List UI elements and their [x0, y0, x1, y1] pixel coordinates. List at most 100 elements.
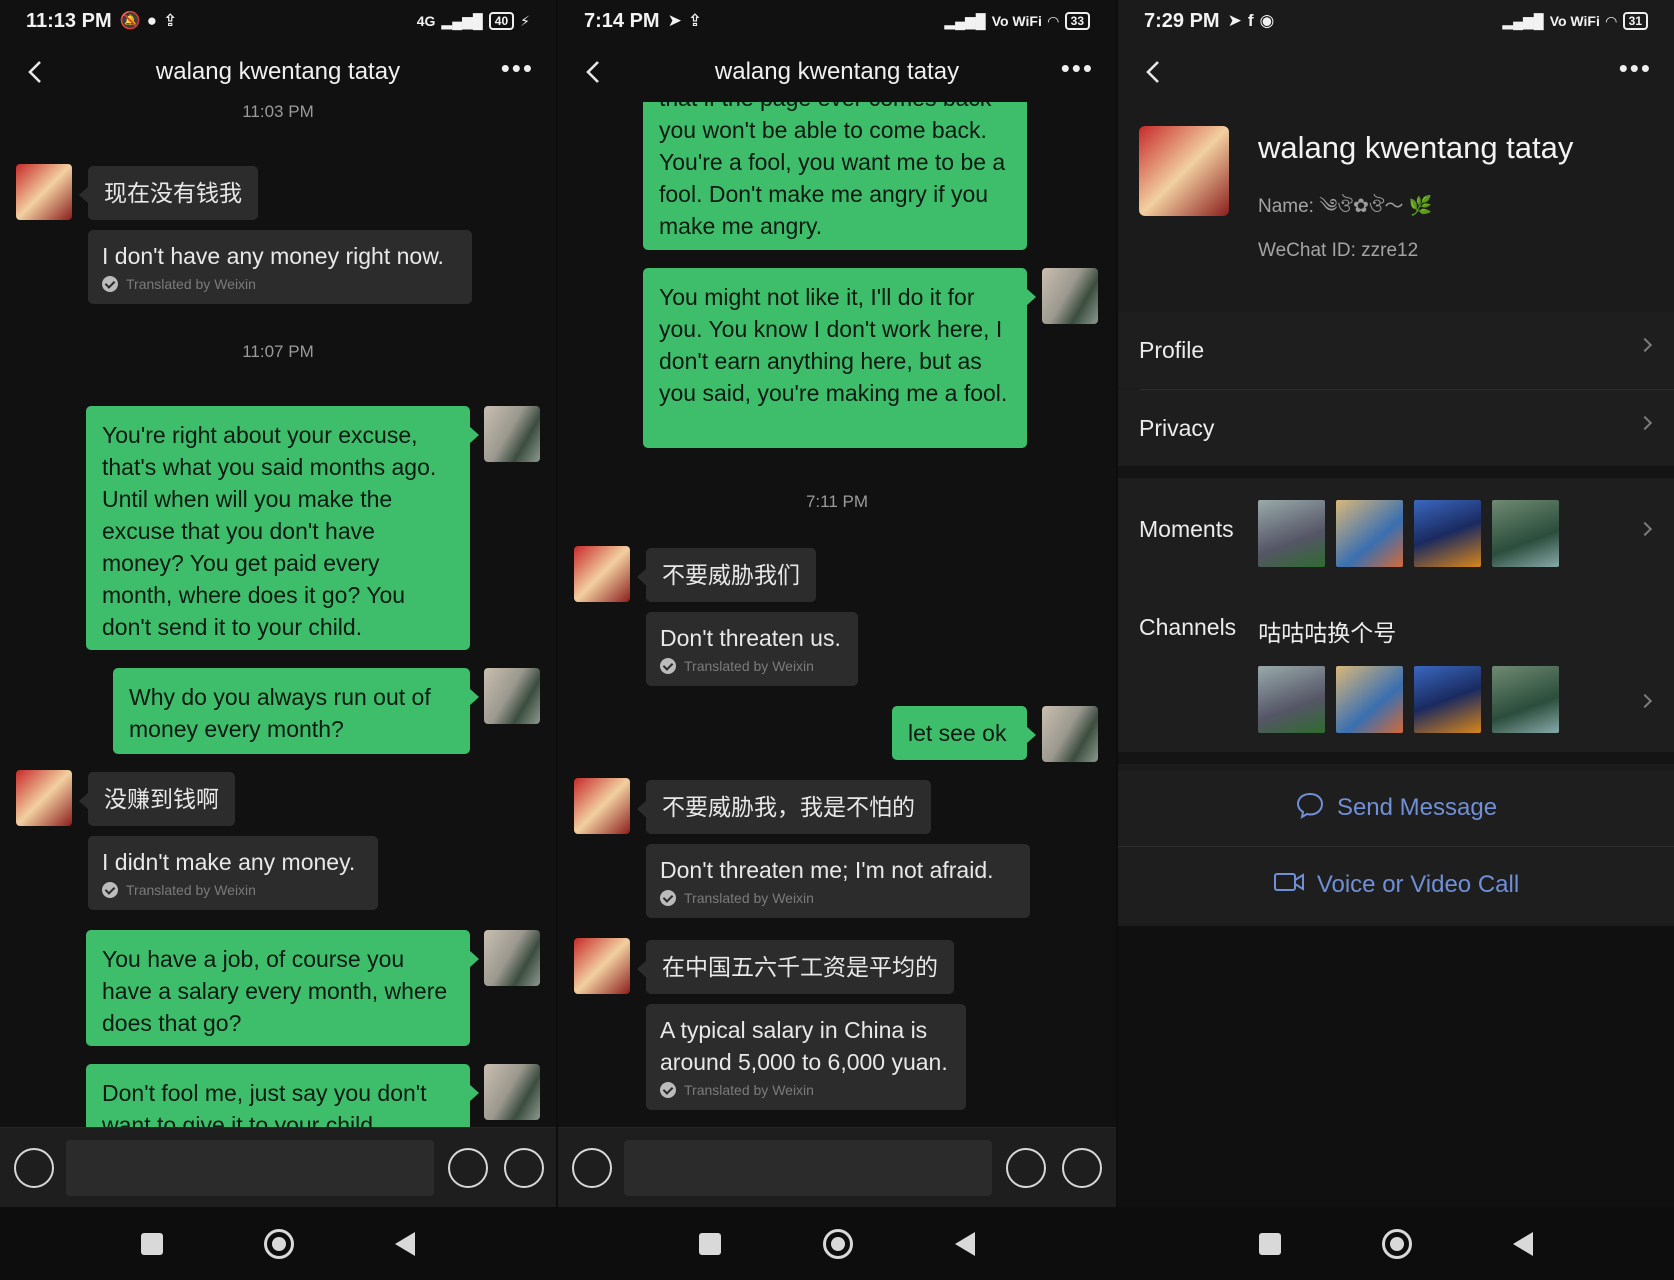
message-bubble[interactable]: let see ok	[892, 706, 1036, 760]
chevron-right-icon	[1637, 521, 1653, 537]
notification-icons: 🔕 ● ⇪	[120, 11, 178, 31]
more-icon[interactable]: •••	[1061, 55, 1094, 81]
back-arrow-icon[interactable]	[20, 52, 54, 92]
telegram-icon: ➤	[667, 11, 682, 30]
back-icon[interactable]	[395, 1231, 416, 1256]
back-arrow-icon[interactable]	[578, 52, 612, 92]
signal-icon: ▂▄▆█	[944, 12, 986, 29]
profile-row[interactable]: Profile	[1118, 312, 1674, 388]
status-bar: 11:13 PM 🔕 ● ⇪ 4G ▂▄▆█ 40 ⚡	[0, 0, 556, 42]
voice-video-call-button[interactable]: Voice or Video Call	[1118, 847, 1674, 923]
avatar[interactable]	[1042, 706, 1098, 762]
message-list[interactable]: 11:03 PM 现在没有钱我 I don't have any money r…	[0, 102, 556, 1127]
avatar[interactable]	[484, 406, 540, 462]
system-nav-bar	[0, 1207, 556, 1280]
message-bubble[interactable]: You're right about your excuse, that's w…	[86, 406, 479, 650]
empty-area	[1118, 926, 1674, 1207]
message-bubble[interactable]: that if the page ever comes back you won…	[643, 102, 1027, 250]
avatar[interactable]	[16, 164, 72, 220]
avatar[interactable]	[484, 1064, 540, 1120]
avatar[interactable]	[16, 770, 72, 826]
check-icon	[102, 276, 118, 292]
moment-thumbnail[interactable]	[1336, 500, 1403, 567]
channel-name: 咕咕咕换个号	[1258, 620, 1397, 646]
timestamp: 11:03 PM	[242, 102, 314, 121]
recents-icon[interactable]	[1258, 1232, 1281, 1255]
emoji-icon[interactable]	[1006, 1148, 1046, 1188]
check-icon	[660, 658, 676, 674]
translation-box[interactable]: Don't threaten us. Translated by Weixin	[646, 612, 858, 686]
avatar[interactable]	[484, 930, 540, 986]
translation-box[interactable]: I don't have any money right now. Transl…	[88, 230, 472, 304]
plus-icon[interactable]	[1062, 1148, 1102, 1188]
voice-icon[interactable]	[14, 1148, 54, 1188]
translation-box[interactable]: Don't threaten me; I'm not afraid. Trans…	[646, 844, 1030, 918]
avatar[interactable]	[574, 938, 630, 994]
status-time: 7:14 PM	[584, 9, 660, 32]
back-arrow-icon[interactable]	[1138, 52, 1172, 92]
emoji-icon[interactable]	[448, 1148, 488, 1188]
home-icon[interactable]	[1381, 1228, 1412, 1259]
chat-bubble-icon	[1295, 791, 1325, 826]
signal-icon: ▂▄▆█	[1502, 12, 1544, 29]
translated-note: Translated by Weixin	[102, 274, 458, 294]
network-label: 4G	[416, 13, 436, 29]
notification-icons: ➤ ⇪	[668, 11, 703, 31]
moment-thumbnail[interactable]	[1492, 500, 1559, 567]
message-bubble[interactable]: 现在没有钱我	[79, 166, 258, 220]
chevron-right-icon	[1637, 337, 1653, 353]
profile-pane: 7:29 PM ➤ f ◉ ▂▄▆█ Vo WiFi ◠ 31 ••• wala…	[1118, 0, 1674, 1280]
message-bubble[interactable]: Don't fool me, just say you don't want t…	[86, 1064, 479, 1127]
message-bubble[interactable]: 没赚到钱啊	[79, 772, 235, 826]
send-message-button[interactable]: Send Message	[1118, 770, 1674, 846]
moment-thumbnail[interactable]	[1414, 500, 1481, 567]
plus-icon[interactable]	[504, 1148, 544, 1188]
upload-icon: ⇪	[687, 11, 703, 30]
privacy-row[interactable]: Privacy	[1118, 390, 1674, 466]
message-bubble[interactable]: 不要威胁我们	[637, 548, 816, 602]
telegram-icon: ➤	[1227, 11, 1242, 30]
message-bubble[interactable]: 在中国五六千工资是平均的	[637, 940, 954, 994]
chat-header: walang kwentang tatay •••	[558, 42, 1116, 102]
message-bubble[interactable]: Why do you always run out of money every…	[113, 668, 479, 754]
back-icon[interactable]	[1513, 1231, 1534, 1256]
message-bubble[interactable]: You might not like it, I'll do it for yo…	[643, 268, 1036, 448]
battery-icon: 33	[1064, 12, 1090, 30]
message-bubble[interactable]: 不要威胁我，我是不怕的	[637, 780, 931, 834]
translation-box[interactable]: A typical salary in China is around 5,00…	[646, 1004, 966, 1110]
translation-text: I don't have any money right now.	[102, 243, 444, 269]
message-bubble[interactable]: You have a job, of course you have a sal…	[86, 930, 479, 1046]
channel-thumbnail[interactable]	[1336, 666, 1403, 733]
avatar[interactable]	[574, 778, 630, 834]
home-icon[interactable]	[823, 1228, 853, 1259]
more-icon[interactable]: •••	[1619, 55, 1652, 81]
profile-nav: •••	[1118, 42, 1674, 102]
system-nav-bar	[558, 1207, 1116, 1280]
wifi-icon: ◠	[1605, 12, 1617, 29]
channel-thumbnail[interactable]	[1492, 666, 1559, 733]
message-input[interactable]	[66, 1140, 434, 1196]
check-icon	[102, 882, 118, 898]
facebook-icon: f	[1247, 11, 1254, 30]
chevron-right-icon	[1637, 415, 1653, 431]
section-gap	[1118, 752, 1674, 764]
moment-thumbnail[interactable]	[1258, 500, 1325, 567]
message-input[interactable]	[624, 1140, 992, 1196]
vowifi-label: Vo WiFi	[991, 13, 1042, 29]
message-list[interactable]: that if the page ever comes back you won…	[558, 102, 1116, 1127]
avatar[interactable]	[484, 668, 540, 724]
check-icon	[660, 890, 676, 906]
channel-thumbnail[interactable]	[1258, 666, 1325, 733]
recents-icon[interactable]	[140, 1232, 163, 1255]
more-icon[interactable]: •••	[501, 55, 534, 81]
avatar[interactable]	[574, 546, 630, 602]
channel-thumbnail[interactable]	[1414, 666, 1481, 733]
profile-avatar[interactable]	[1139, 126, 1229, 216]
translation-box[interactable]: I didn't make any money. Translated by W…	[88, 836, 378, 910]
wifi-icon: ◠	[1047, 12, 1059, 29]
recents-icon[interactable]	[699, 1232, 721, 1255]
avatar[interactable]	[1042, 268, 1098, 324]
voice-icon[interactable]	[572, 1148, 612, 1188]
back-icon[interactable]	[955, 1231, 975, 1256]
home-icon[interactable]	[263, 1228, 294, 1259]
